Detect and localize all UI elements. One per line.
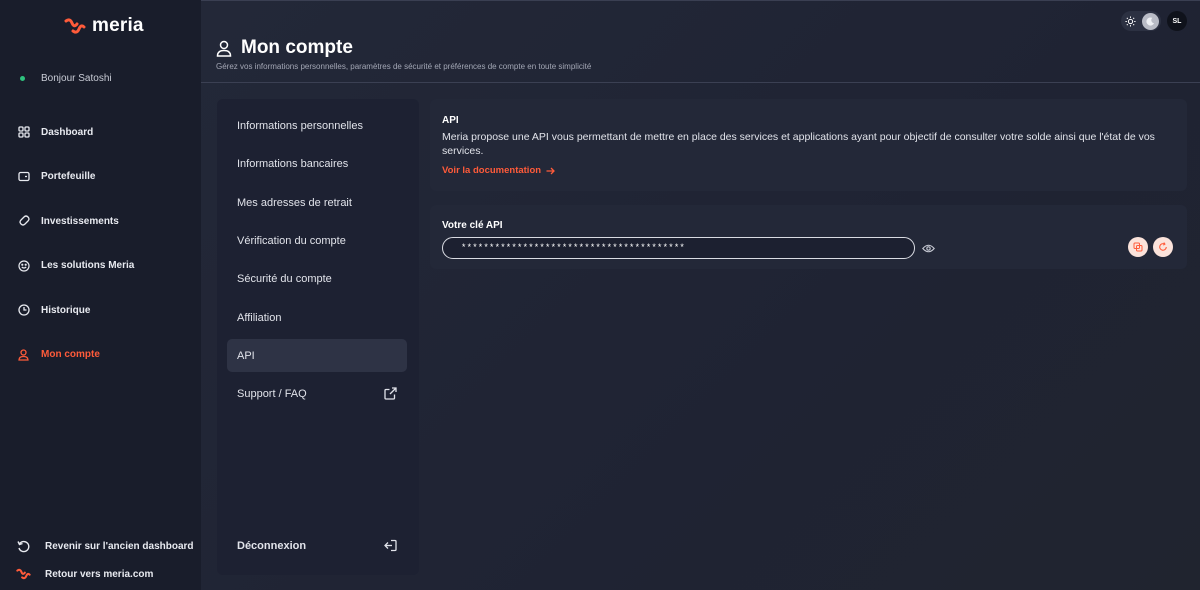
menu-item-label: Affiliation <box>237 311 282 324</box>
logout-button[interactable]: Déconnexion <box>227 529 407 562</box>
sidebar-nav: Dashboard Portefeuille Investissements L… <box>0 110 201 377</box>
meria-mini-logo-icon <box>16 567 31 582</box>
wallet-icon <box>17 170 30 183</box>
menu-item-adresses-retrait[interactable]: Mes adresses de retrait <box>227 186 407 219</box>
page-title: Mon compte <box>241 37 353 58</box>
menu-item-verification[interactable]: Vérification du compte <box>227 224 407 257</box>
menu-item-informations-bancaires[interactable]: Informations bancaires <box>227 147 407 180</box>
old-dashboard-label: Revenir sur l'ancien dashboard <box>45 540 194 552</box>
investments-icon <box>17 215 30 228</box>
logout-icon <box>384 539 397 552</box>
api-info-card: API Meria propose une API vous permettan… <box>430 99 1187 191</box>
sidebar-item-label: Investissements <box>41 215 119 227</box>
menu-item-label: Informations bancaires <box>237 157 349 170</box>
header-divider <box>201 82 1200 83</box>
sidebar-item-investissements[interactable]: Investissements <box>0 199 201 244</box>
meria-logo-icon <box>64 18 86 34</box>
arrow-right-icon <box>546 167 555 174</box>
menu-item-support-faq[interactable]: Support / FAQ <box>227 377 407 410</box>
api-description: Meria propose une API vous permettant de… <box>442 131 1155 157</box>
menu-item-label: Mes adresses de retrait <box>237 196 352 209</box>
documentation-link-label: Voir la documentation <box>442 165 542 176</box>
refresh-icon <box>1159 242 1167 251</box>
user-icon <box>17 348 30 361</box>
theme-toggle[interactable] <box>1121 11 1161 31</box>
sidebar-footer: Revenir sur l'ancien dashboard Retour ve… <box>0 532 201 588</box>
sidebar-item-portefeuille[interactable]: Portefeuille <box>0 155 201 200</box>
menu-item-securite[interactable]: Sécurité du compte <box>227 262 407 295</box>
sidebar-item-dashboard[interactable]: Dashboard <box>0 110 201 155</box>
clock-icon <box>17 304 30 317</box>
grid-icon <box>17 126 30 139</box>
sidebar-item-solutions[interactable]: Les solutions Meria <box>0 244 201 289</box>
menu-item-label: API <box>237 349 255 362</box>
old-dashboard-link[interactable]: Revenir sur l'ancien dashboard <box>0 532 201 560</box>
sidebar-item-label: Historique <box>41 304 91 316</box>
menu-item-affiliation[interactable]: Affiliation <box>227 301 407 334</box>
api-key-card: Votre clé API <box>430 205 1187 269</box>
sidebar: meria Bonjour Satoshi Dashboard Portefeu… <box>0 0 201 590</box>
user-greeting: Bonjour Satoshi <box>20 73 112 84</box>
user-outline-icon <box>216 40 232 57</box>
api-key-label: Votre clé API <box>442 220 503 231</box>
undo-icon <box>16 539 31 554</box>
sun-icon <box>1125 15 1136 27</box>
api-title: API <box>442 115 459 126</box>
sidebar-item-label: Mon compte <box>41 349 100 361</box>
menu-item-informations-personnelles[interactable]: Informations personnelles <box>227 109 407 142</box>
copy-key-button[interactable] <box>1128 237 1148 257</box>
sidebar-item-historique[interactable]: Historique <box>0 288 201 333</box>
api-key-field[interactable] <box>442 237 915 259</box>
logo-text: meria <box>92 15 144 36</box>
back-to-site-label: Retour vers meria.com <box>45 568 154 580</box>
smile-icon <box>17 259 30 272</box>
regenerate-key-button[interactable] <box>1153 237 1173 257</box>
menu-item-label: Informations personnelles <box>237 119 363 132</box>
meria-logo[interactable]: meria <box>64 15 144 37</box>
menu-item-label: Support / FAQ <box>237 387 307 400</box>
sidebar-item-mon-compte[interactable]: Mon compte <box>0 333 201 378</box>
page-header: Mon compte Gérez vos informations person… <box>216 37 591 71</box>
menu-item-label: Vérification du compte <box>237 234 346 247</box>
online-status-dot <box>20 76 25 81</box>
account-menu: Informations personnelles Informations b… <box>217 99 419 575</box>
api-key-actions <box>1128 237 1173 257</box>
greeting-text: Bonjour Satoshi <box>41 73 112 84</box>
sidebar-item-label: Portefeuille <box>41 171 96 183</box>
logout-label: Déconnexion <box>237 539 307 552</box>
main-content: SL Mon compte Gérez vos informations per… <box>201 0 1200 590</box>
back-to-site-link[interactable]: Retour vers meria.com <box>0 560 201 588</box>
moon-icon <box>1146 16 1155 26</box>
eye-icon[interactable] <box>921 241 935 255</box>
menu-item-label: Sécurité du compte <box>237 272 332 285</box>
copy-icon <box>1133 242 1143 252</box>
menu-item-api[interactable]: API <box>227 339 407 372</box>
sidebar-item-label: Dashboard <box>41 126 94 138</box>
documentation-link[interactable]: Voir la documentation <box>442 165 555 176</box>
sidebar-item-label: Les solutions Meria <box>41 260 135 272</box>
avatar[interactable]: SL <box>1167 11 1187 31</box>
moon-knob <box>1142 12 1159 30</box>
external-link-icon <box>384 387 397 400</box>
page-subtitle: Gérez vos informations personnelles, par… <box>216 62 592 71</box>
